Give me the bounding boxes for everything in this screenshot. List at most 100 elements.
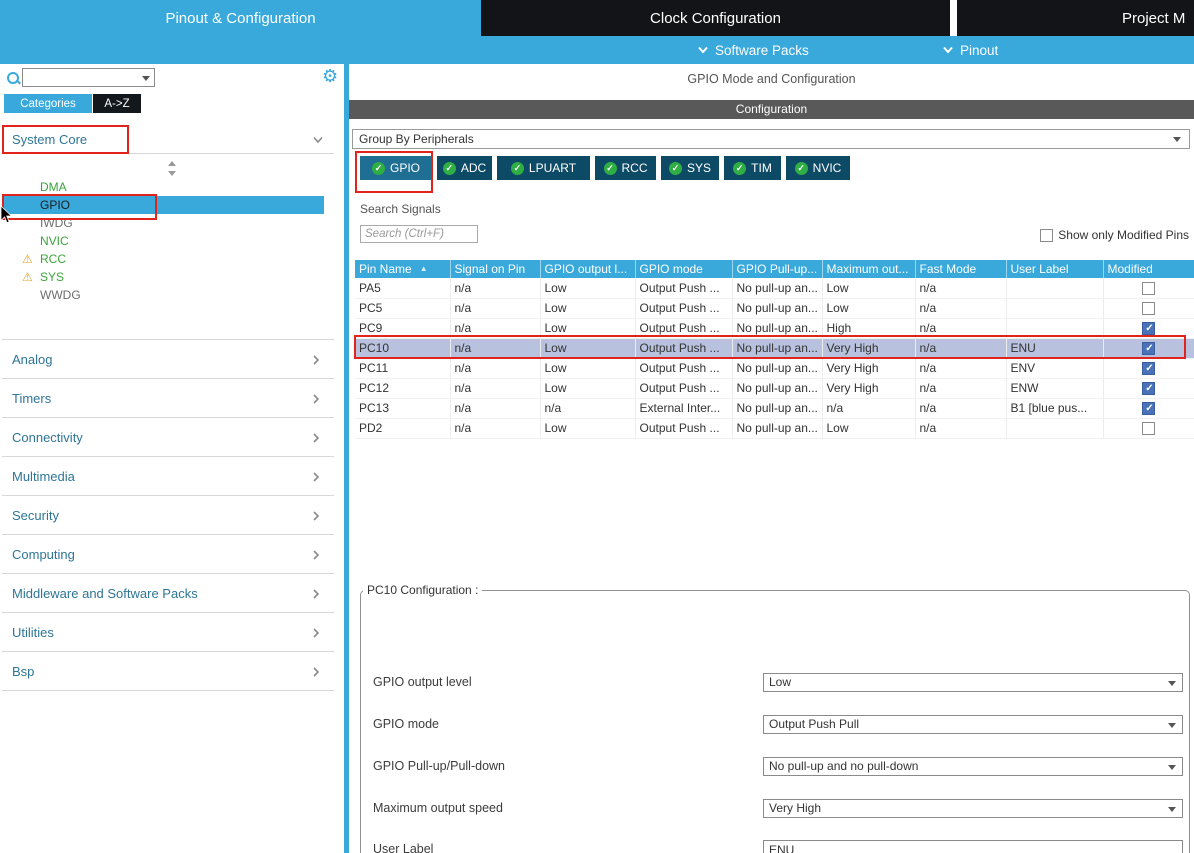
tab-pinout-configuration[interactable]: Pinout & Configuration [0,0,481,36]
tab-project-manager[interactable]: Project M [957,0,1194,36]
pin-row-pc11[interactable]: PC11 n/a Low Output Push ... No pull-up … [355,358,1194,378]
sidebar-item-label: SYS [40,268,64,286]
config-row-pull: GPIO Pull-up/Pull-down No pull-up and no… [361,757,1189,776]
col-header-max-speed[interactable]: Maximum out... [822,260,915,278]
pin-row-pc5[interactable]: PC5 n/a Low Output Push ... No pull-up a… [355,298,1194,318]
cell-output-level: Low [540,358,635,378]
sidebar-search-combobox[interactable] [22,68,155,87]
pin-row-pc10[interactable]: PC10 n/a Low Output Push ... No pull-up … [355,338,1194,358]
cell-pin-name: PC13 [355,398,450,418]
sidebar-item-rcc[interactable]: ⚠ RCC [2,250,324,268]
sidebar-tab-categories[interactable]: Categories [4,94,92,113]
show-modified-checkbox[interactable] [1040,229,1053,242]
warning-icon: ⚠ [22,268,33,286]
pin-row-pc12[interactable]: PC12 n/a Low Output Push ... No pull-up … [355,378,1194,398]
peripheral-tab-label: GPIO [390,161,420,175]
col-header-fast-mode[interactable]: Fast Mode [915,260,1006,278]
peripheral-tab-tim[interactable]: TIM [724,156,781,180]
sidebar-section-connectivity[interactable]: Connectivity [2,418,334,457]
col-header-pull[interactable]: GPIO Pull-up... [732,260,822,278]
cell-pull: No pull-up an... [732,298,822,318]
config-panel-legend: PC10 Configuration : [363,583,482,597]
pinout-menu[interactable]: Pinout [942,36,998,64]
peripheral-tab-lpuart[interactable]: LPUART [497,156,590,180]
section-label: Middleware and Software Packs [12,586,198,601]
signal-search-input[interactable] [360,225,478,243]
show-modified-pins-toggle[interactable]: Show only Modified Pins [1040,228,1189,242]
config-row-output-level: GPIO output level Low [361,673,1189,692]
cell-user-label: ENV [1006,358,1103,378]
sidebar-section-multimedia[interactable]: Multimedia [2,457,334,496]
col-header-signal[interactable]: Signal on Pin [450,260,540,278]
peripheral-tab-nvic[interactable]: NVIC [786,156,850,180]
cell-gpio-mode: Output Push ... [635,418,732,438]
sidebar-item-nvic[interactable]: NVIC [2,232,324,250]
chevron-down-icon [1168,765,1176,770]
modified-checkbox[interactable] [1142,342,1155,355]
cell-output-level: Low [540,278,635,298]
modified-checkbox[interactable] [1142,322,1155,335]
peripheral-tab-bar: GPIO ADC LPUART RCC SYS TIM NVIC [360,156,850,180]
sidebar-item-sys[interactable]: ⚠ SYS [2,268,324,286]
peripheral-tab-gpio[interactable]: GPIO [360,156,432,180]
sidebar-section-bsp[interactable]: Bsp [2,652,334,691]
cell-output-level: Low [540,378,635,398]
modified-checkbox[interactable] [1142,382,1155,395]
chevron-right-icon [312,510,320,522]
cell-fast-mode: n/a [915,418,1006,438]
max-output-speed-select[interactable]: Very High [763,799,1183,818]
gpio-mode-select[interactable]: Output Push Pull [763,715,1183,734]
cell-max-speed: n/a [822,398,915,418]
gear-icon[interactable]: ⚙ [322,65,338,87]
software-packs-menu[interactable]: Software Packs [697,36,809,64]
col-header-gpio-mode[interactable]: GPIO mode [635,260,732,278]
gpio-output-level-select[interactable]: Low [763,673,1183,692]
pin-row-pc13[interactable]: PC13 n/a n/a External Inter... No pull-u… [355,398,1194,418]
pin-row-pd2[interactable]: PD2 n/a Low Output Push ... No pull-up a… [355,418,1194,438]
sort-toggle-icon[interactable] [168,161,177,176]
sidebar-item-wwdg[interactable]: WWDG [2,286,324,304]
col-header-modified[interactable]: Modified [1103,260,1194,278]
modified-checkbox[interactable] [1142,422,1155,435]
config-row-gpio-mode: GPIO mode Output Push Pull [361,715,1189,734]
cell-fast-mode: n/a [915,298,1006,318]
group-by-select[interactable]: Group By Peripherals [352,129,1190,149]
cell-pin-name: PC12 [355,378,450,398]
sidebar-item-gpio[interactable]: GPIO [2,196,324,214]
pin-row-pa5[interactable]: PA5 n/a Low Output Push ... No pull-up a… [355,278,1194,298]
user-label-input[interactable] [763,840,1183,853]
sidebar-section-security[interactable]: Security [2,496,334,535]
sidebar-section-middleware[interactable]: Middleware and Software Packs [2,574,334,613]
modified-checkbox[interactable] [1142,302,1155,315]
cell-pin-name: PA5 [355,278,450,298]
field-label: Maximum output speed [373,801,503,815]
field-label: GPIO mode [373,717,439,731]
modified-checkbox[interactable] [1142,362,1155,375]
pin-row-pc9[interactable]: PC9 n/a Low Output Push ... No pull-up a… [355,318,1194,338]
cell-max-speed: Low [822,418,915,438]
category-system-core[interactable]: System Core [2,126,334,154]
sidebar-section-utilities[interactable]: Utilities [2,613,334,652]
sidebar-section-timers[interactable]: Timers [2,379,334,418]
sidebar-section-computing[interactable]: Computing [2,535,334,574]
gpio-pull-select[interactable]: No pull-up and no pull-down [763,757,1183,776]
sidebar-section-analog[interactable]: Analog [2,340,334,379]
modified-checkbox[interactable] [1142,282,1155,295]
sidebar-item-dma[interactable]: DMA [2,178,324,196]
cell-max-speed: High [822,318,915,338]
col-header-user-label[interactable]: User Label [1006,260,1103,278]
sidebar-tab-az[interactable]: A->Z [93,94,141,113]
modified-checkbox[interactable] [1142,402,1155,415]
tab-clock-configuration[interactable]: Clock Configuration [481,0,950,36]
cell-signal: n/a [450,378,540,398]
table-header-row: Pin Name▲ Signal on Pin GPIO output l...… [355,260,1194,278]
col-header-pin-name[interactable]: Pin Name▲ [355,260,450,278]
cell-max-speed: Very High [822,338,915,358]
peripheral-tab-adc[interactable]: ADC [437,156,492,180]
sidebar-item-iwdg[interactable]: IWDG [2,214,324,232]
col-header-output-level[interactable]: GPIO output l... [540,260,635,278]
peripheral-tab-rcc[interactable]: RCC [595,156,656,180]
sidebar-item-label: WWDG [40,286,81,304]
peripheral-tab-sys[interactable]: SYS [661,156,719,180]
cell-pull: No pull-up an... [732,278,822,298]
